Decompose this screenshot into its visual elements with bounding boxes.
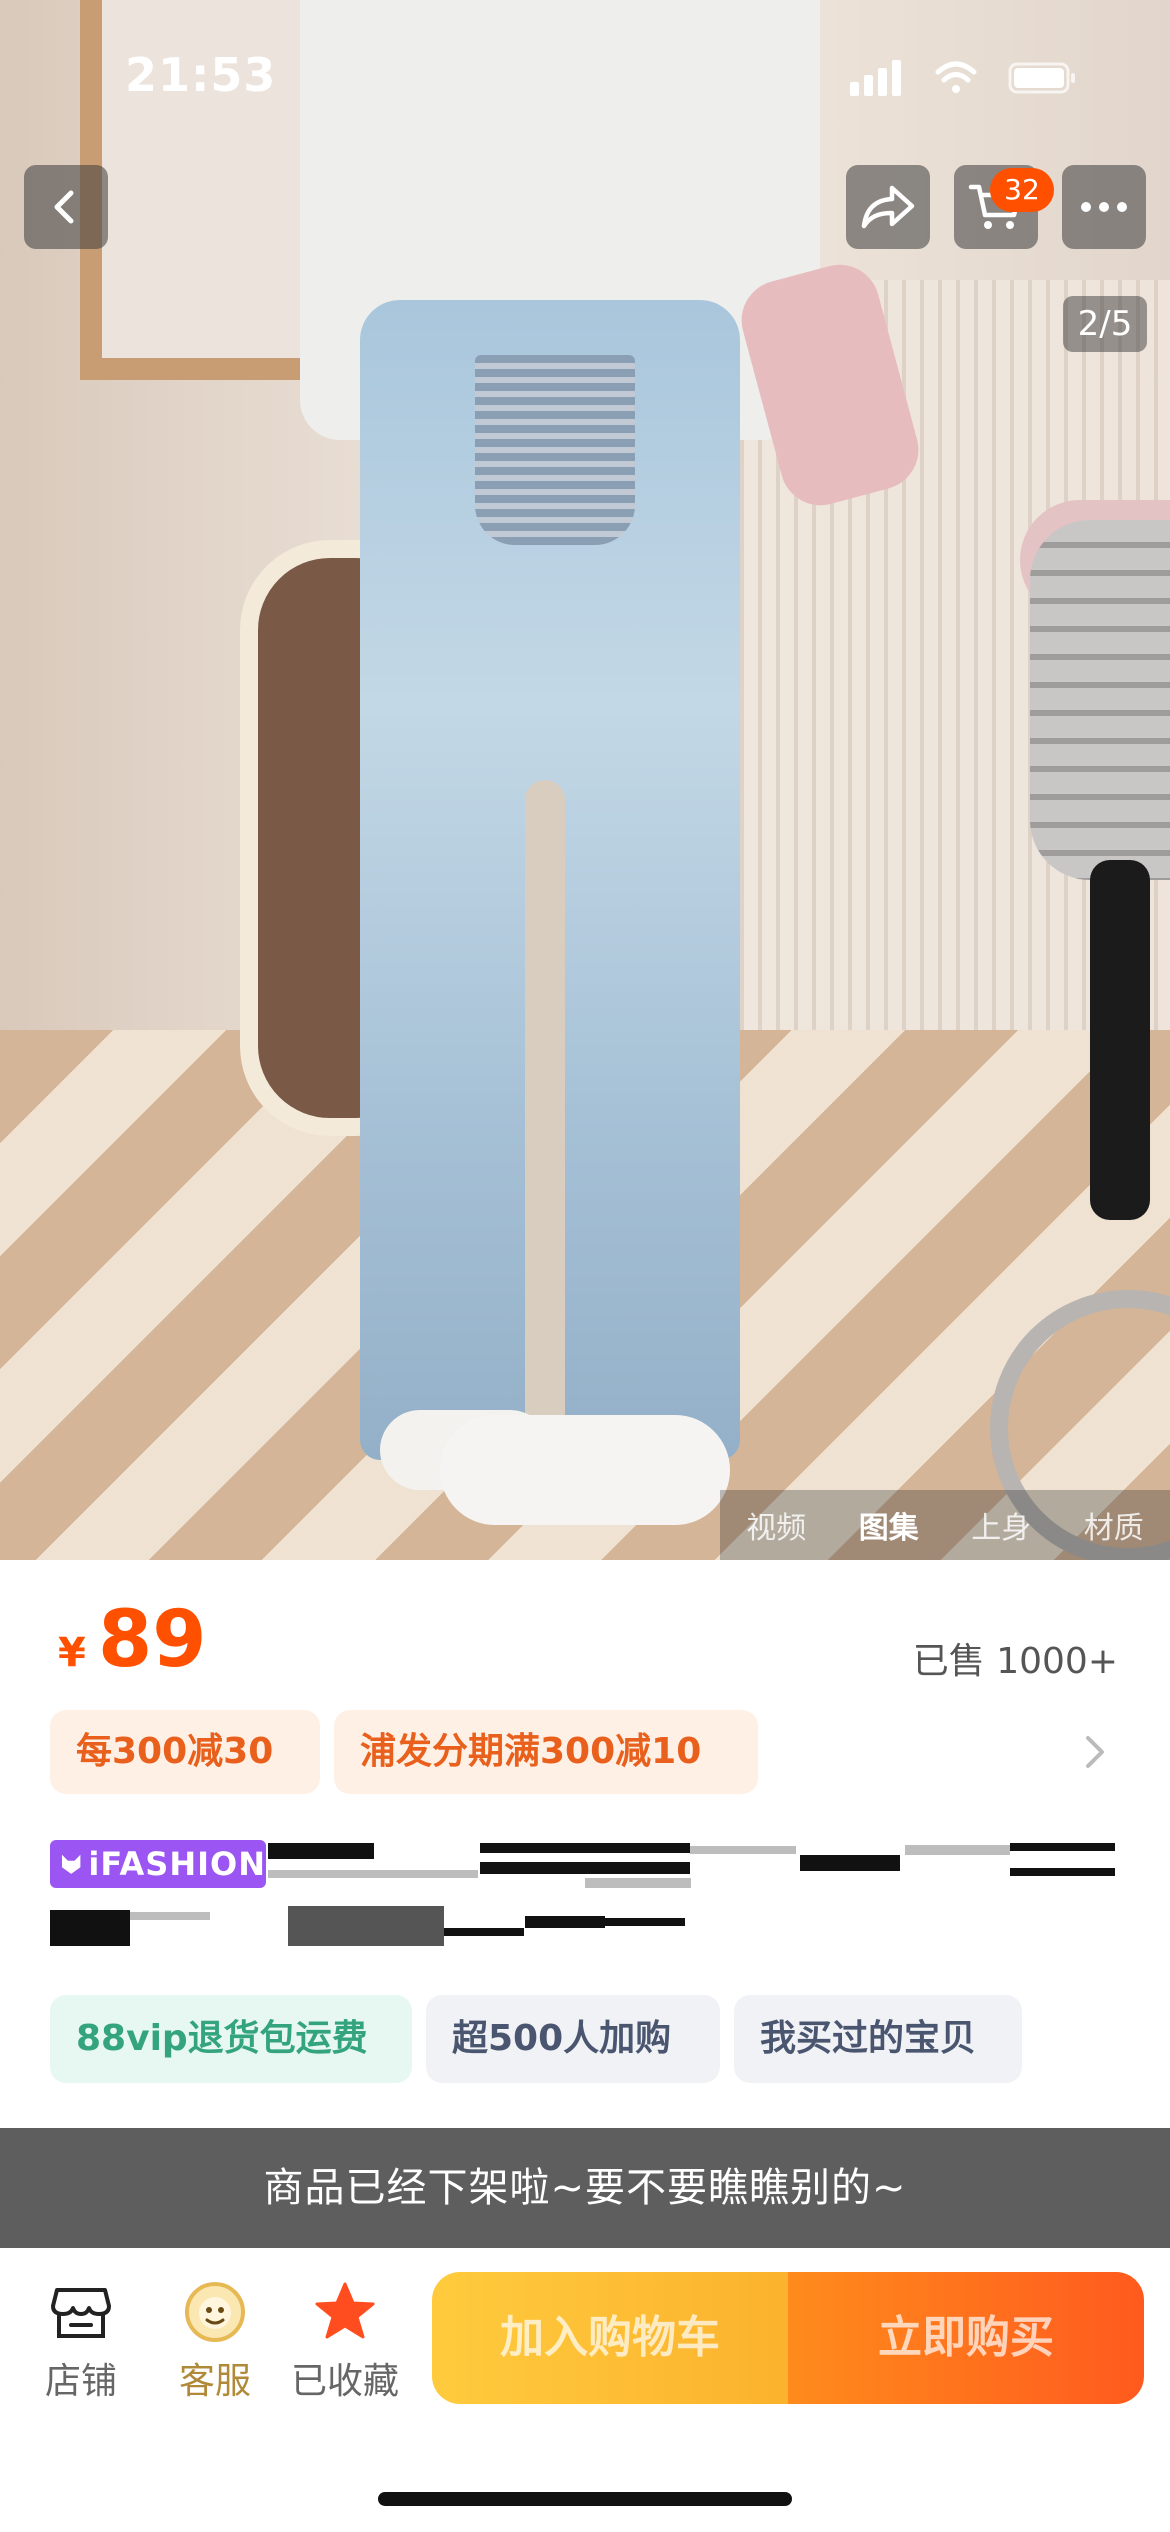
customer-service-icon <box>183 2280 247 2344</box>
customer-service-label: 客服 <box>178 2361 251 2402</box>
share-icon <box>861 185 915 229</box>
media-tabs: 视频 图集 上身 材质 <box>720 1490 1170 1560</box>
customer-service-button[interactable]: 客服 <box>160 2280 270 2404</box>
redaction-block <box>525 1916 605 1928</box>
redaction-block <box>905 1845 1010 1855</box>
redaction-block <box>800 1855 900 1871</box>
redaction-block <box>1010 1868 1115 1876</box>
status-icons <box>850 58 1090 98</box>
favorite-button[interactable]: 已收藏 <box>290 2280 400 2404</box>
redaction-block <box>288 1906 444 1946</box>
add-to-cart-button[interactable]: 加入购物车 <box>432 2272 788 2404</box>
status-time: 21:53 <box>125 48 277 102</box>
redaction-block <box>444 1928 524 1936</box>
image-page-indicator: 2/5 <box>1063 296 1147 352</box>
more-button[interactable] <box>1062 165 1146 249</box>
favorite-label: 已收藏 <box>290 2361 399 2402</box>
buy-now-button[interactable]: 立即购买 <box>788 2272 1144 2404</box>
tag-vip-return-shipping[interactable]: 88vip退货包运费 <box>50 1995 412 2083</box>
redaction-block <box>585 1878 691 1888</box>
brand-badge: iFASHION <box>50 1840 266 1888</box>
chevron-left-icon <box>54 190 74 224</box>
sold-count: 已售 1000+ <box>912 1641 1118 1682</box>
redaction-block <box>690 1846 796 1854</box>
redaction-block <box>268 1843 374 1859</box>
fox-logo-icon <box>61 1854 81 1874</box>
currency-symbol: ¥ <box>58 1630 86 1676</box>
tag-purchased-before[interactable]: 我买过的宝贝 <box>734 1995 1022 2083</box>
share-button[interactable] <box>846 165 930 249</box>
brand-badge-label: iFASHION <box>88 1845 266 1883</box>
more-icon <box>1081 202 1127 212</box>
back-button[interactable] <box>24 165 108 249</box>
signal-icon <box>850 60 901 96</box>
redaction-block <box>605 1918 685 1926</box>
redaction-block <box>50 1910 130 1946</box>
tab-material[interactable]: 材质 <box>1084 1503 1144 1547</box>
store-button[interactable]: 店铺 <box>26 2280 136 2404</box>
store-label: 店铺 <box>44 2361 117 2402</box>
tab-video[interactable]: 视频 <box>746 1503 806 1547</box>
promo-installment[interactable]: 浦发分期满300减10 <box>334 1710 758 1794</box>
promo-coupon[interactable]: 每300减30 <box>50 1710 320 1794</box>
price: 89 <box>98 1595 207 1685</box>
redaction-block <box>480 1843 690 1853</box>
tab-on-body[interactable]: 上身 <box>971 1503 1031 1547</box>
tag-add-to-cart-count[interactable]: 超500人加购 <box>426 1995 720 2083</box>
photo-shoe-right <box>440 1415 730 1525</box>
store-icon <box>49 2280 113 2344</box>
photo-jeans-pocket <box>475 355 635 545</box>
chevron-right-icon[interactable] <box>1080 1730 1110 1774</box>
redaction-block <box>130 1912 210 1920</box>
star-icon <box>313 2280 377 2344</box>
home-indicator[interactable] <box>378 2492 792 2506</box>
tab-gallery[interactable]: 图集 <box>859 1503 919 1547</box>
delisted-notice[interactable]: 商品已经下架啦~要不要瞧瞧别的~ <box>0 2128 1170 2248</box>
battery-icon <box>1008 62 1075 94</box>
cart-count-badge: 32 <box>990 168 1054 212</box>
photo-stool-base <box>1030 520 1170 880</box>
redaction-block <box>268 1870 478 1878</box>
purchase-buttons: 加入购物车 立即购买 <box>432 2272 1144 2404</box>
photo-bag-strap <box>1090 860 1150 1220</box>
photo-jeans-gap <box>525 780 565 1440</box>
redaction-block <box>1010 1843 1115 1851</box>
redaction-block <box>480 1862 690 1874</box>
wifi-icon <box>935 61 977 93</box>
